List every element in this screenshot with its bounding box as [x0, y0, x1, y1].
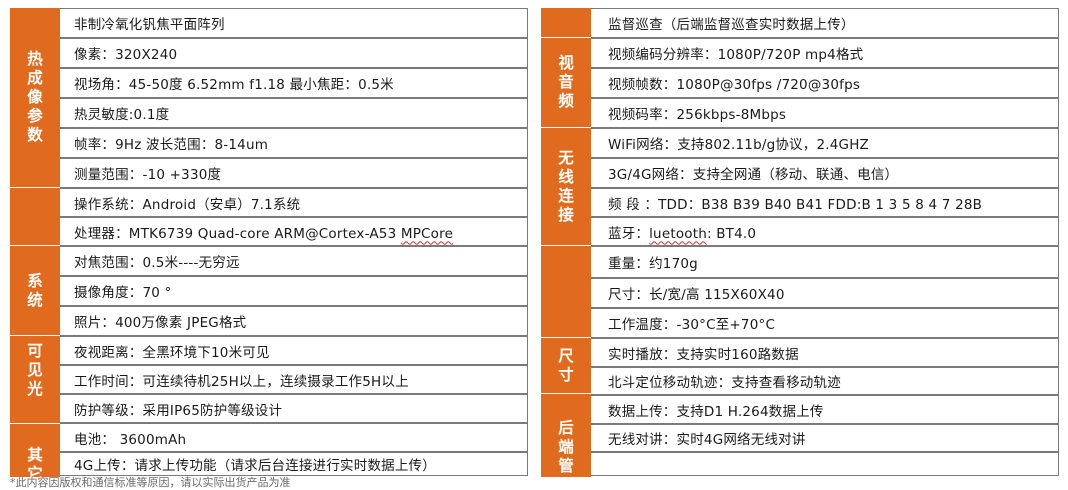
spec-text: 视频编码分辨率：1080P/720P mp4格式	[608, 47, 864, 63]
spec-row: 电池： 3600mAh	[10, 423, 528, 452]
spec-row: 照片：400万像素 JPEG格式	[10, 306, 528, 336]
spec-text: 帧率：9Hz 波长范围：8-14um	[74, 137, 269, 153]
spec-row: 防护等级：采用IP65防护等级设计	[10, 394, 528, 423]
spec-text: 摄像角度：70 °	[74, 285, 172, 301]
category-visible-light: 可见光	[10, 336, 60, 424]
spec-text: 测量范围：-10 +330度	[74, 167, 222, 183]
spec-text: 非制冷氧化钒焦平面阵列	[74, 17, 225, 33]
spec-text: 视频码率：256kbps-8Mbps	[608, 107, 787, 123]
spec-row: 频 段 ：TDD：B38 B39 B40 B41 FDD:B 1 3 5 8 4…	[541, 188, 1059, 217]
spec-row: 实时播放：支持实时160路数据	[541, 338, 1059, 367]
spec-row: 热灵敏度:0.1度	[10, 98, 528, 128]
category-other: 其它	[10, 424, 60, 478]
spec-row: 蓝牙：luetooth: BT4.0	[541, 217, 1059, 246]
spec-text-part: : BT4.0	[706, 225, 757, 242]
spec-row: 操作系统：Android（安卓）7.1系统	[10, 188, 528, 217]
spec-row: 像素：320X240	[10, 38, 528, 68]
spec-text: 4G上传：请求上传功能（请求后台连接进行实时数据上传）	[74, 458, 436, 474]
spec-row: 处理器：MTK6739 Quad-core ARM@Cortex-A53 MPC…	[10, 217, 528, 246]
spec-row: 测量范围：-10 +330度	[10, 158, 528, 188]
spec-row: 数据上传：支持D1 H.264数据上传	[541, 395, 1059, 424]
spec-row: 北斗定位移动轨迹：支持查看移动轨迹	[541, 367, 1059, 395]
spec-text: WiFi网络：支持802.11b/g协议，2.4GHZ	[608, 137, 869, 153]
spec-row: 视频编码分辨率：1080P/720P mp4格式	[541, 38, 1059, 68]
category-wireless: 无线连接	[541, 128, 591, 246]
spec-text: 工作时间：可连续待机25H以上，连续摄录工作5H以上	[74, 373, 409, 390]
spec-row: 无线对讲：实时4G网络无线对讲	[541, 424, 1059, 452]
spec-row: 工作时间：可连续待机25H以上，连续摄录工作5H以上	[10, 365, 528, 394]
spec-text: 处理器：MTK6739 Quad-core ARM@Cortex-A53 MPC…	[74, 222, 453, 242]
spec-text: 实时播放：支持实时160路数据	[608, 346, 799, 363]
spec-text: 视场角：45-50度 6.52mm f1.18 最小焦距：0.5米	[74, 77, 394, 93]
spec-text: 北斗定位移动轨迹：支持查看移动轨迹	[608, 375, 841, 391]
spec-row: 摄像角度：70 °	[10, 276, 528, 306]
spec-text: 照片：400万像素 JPEG格式	[74, 315, 247, 331]
spec-text: 防护等级：采用IP65防护等级设计	[74, 402, 283, 419]
spec-text: 重量：约170g	[608, 256, 698, 272]
spec-text: 视频帧数：1080P@30fps /720@30fps	[608, 77, 861, 93]
spec-row: 工作温度：-30°C至+70°C	[541, 308, 1059, 338]
spec-text: 夜视距离：全黑环境下10米可见	[74, 344, 270, 361]
category-blank	[541, 8, 591, 38]
category-blank	[541, 246, 591, 338]
category-size: 尺寸	[541, 338, 591, 394]
spec-text: 数据上传：支持D1 H.264数据上传	[608, 403, 824, 420]
spec-text: 频 段 ：TDD：B38 B39 B40 B41 FDD:B 1 3 5 8 4…	[608, 196, 983, 213]
spec-row: 4G上传：请求上传功能（请求后台连接进行实时数据上传）	[10, 452, 528, 476]
spec-row: 监督巡查（后端监督巡查实时数据上传）	[541, 8, 1059, 38]
category-blank	[10, 188, 60, 246]
spec-text: 蓝牙：luetooth: BT4.0	[608, 222, 756, 242]
spec-row: 3G/4G网络：支持全网通（移动、联通、电信）	[541, 158, 1059, 188]
spec-text: 尺寸：长/宽/高 115X60X40	[608, 287, 785, 303]
spec-text: 对焦范围：0.5米----无穷远	[74, 255, 240, 271]
spec-row: 非制冷氧化钒焦平面阵列	[10, 8, 528, 38]
spec-text-part: 蓝牙：	[608, 225, 650, 242]
spec-row: 夜视距离：全黑环境下10米可见	[10, 336, 528, 365]
spec-row: 视频码率：256kbps-8Mbps	[541, 98, 1059, 128]
spelling-flag: luetooth	[649, 225, 707, 242]
spec-row: 尺寸：长/宽/高 115X60X40	[541, 278, 1059, 308]
spec-text: 操作系统：Android（安卓）7.1系统	[74, 196, 301, 213]
category-system: 系统	[10, 246, 60, 336]
spec-text-part: 处理器：MTK6739 Quad-core ARM@Cortex-A53	[74, 225, 401, 242]
spec-row: 重量：约170g	[541, 246, 1059, 278]
category-audio-video: 视音频	[541, 38, 591, 128]
spec-text: 无线对讲：实时4G网络无线对讲	[608, 432, 806, 448]
category-thermal: 热成像参数	[10, 8, 60, 188]
spec-row: 视频帧数：1080P@30fps /720@30fps	[541, 68, 1059, 98]
spec-row: 视场角：45-50度 6.52mm f1.18 最小焦距：0.5米	[10, 68, 528, 98]
spec-text: 3G/4G网络：支持全网通（移动、联通、电信）	[608, 167, 899, 183]
spec-row: 对焦范围：0.5米----无穷远	[10, 246, 528, 276]
spec-row: WiFi网络：支持802.11b/g协议，2.4GHZ	[541, 128, 1059, 158]
spec-text: 电池： 3600mAh	[74, 431, 187, 448]
footnote: *此内容因版权和通信标准等原因，请以实际出货产品为准	[10, 476, 291, 489]
spec-row	[541, 452, 1059, 476]
spec-text: 监督巡查（后端监督巡查实时数据上传）	[608, 17, 855, 33]
spec-text: 热灵敏度:0.1度	[74, 107, 170, 123]
category-backend: 后端管	[541, 394, 591, 478]
spec-row: 帧率：9Hz 波长范围：8-14um	[10, 128, 528, 158]
spec-text: 工作温度：-30°C至+70°C	[608, 317, 776, 333]
spec-text: 像素：320X240	[74, 47, 178, 63]
spelling-flag: MPCore	[400, 225, 454, 242]
